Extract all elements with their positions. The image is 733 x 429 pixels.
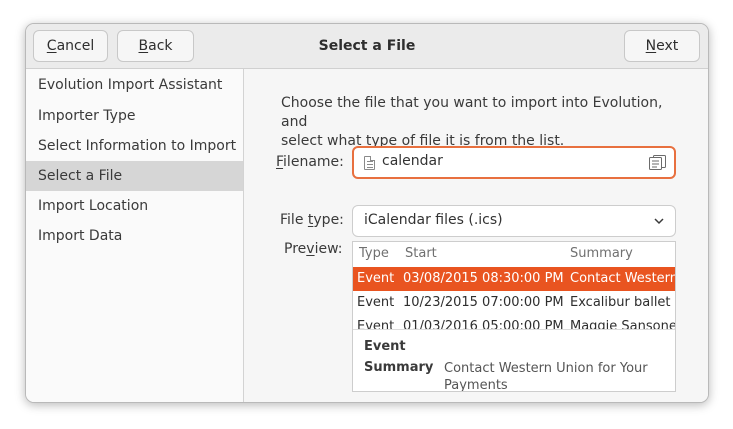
back-button[interactable]: Back — [117, 30, 194, 62]
preview-pane: Type Start Summary Event 03/08/2015 08:3… — [352, 241, 676, 392]
row-start: 01/03/2016 05:00:00 PM — [403, 319, 564, 329]
column-header-start[interactable]: Start — [405, 246, 437, 261]
browse-files-icon[interactable] — [649, 155, 666, 170]
row-summary: Contact Western — [570, 271, 675, 286]
assistant-sidebar: Evolution Import Assistant Importer Type… — [26, 69, 244, 402]
filetype-label: File type: — [280, 212, 344, 228]
detail-type: Event — [364, 339, 406, 354]
cancel-label: ancel — [56, 38, 95, 54]
row-type: Event — [357, 271, 395, 286]
sidebar-item-import-location[interactable]: Import Location — [26, 191, 243, 221]
filename-field[interactable]: calendar — [352, 146, 676, 179]
detail-summary-value: Contact Western Union for Your Payments — [444, 360, 648, 392]
preview-event-list[interactable]: Event 03/08/2015 08:30:00 PM Contact Wes… — [353, 266, 675, 329]
row-summary: Excalibur ballet — [570, 295, 671, 310]
preview-label: Preview: — [284, 241, 342, 257]
column-header-type[interactable]: Type — [359, 246, 389, 261]
row-start: 10/23/2015 07:00:00 PM — [403, 295, 564, 310]
filename-mnemonic: F — [276, 154, 284, 170]
next-label: ext — [656, 38, 679, 54]
filetype-value: iCalendar files (.ics) — [364, 212, 503, 228]
sidebar-item-evolution-import-assistant[interactable]: Evolution Import Assistant — [26, 69, 243, 101]
detail-summary-label: Summary — [364, 360, 434, 375]
sidebar-item-select-a-file[interactable]: Select a File — [26, 161, 243, 191]
row-type: Event — [357, 295, 395, 310]
table-row[interactable]: Event 03/08/2015 08:30:00 PM Contact Wes… — [353, 267, 675, 291]
preview-label-pre: Pre — [284, 241, 307, 257]
detail-summary-line-2: Payments — [444, 378, 508, 392]
filename-label-text: ilename: — [283, 154, 344, 170]
preview-label-post: iew: — [314, 241, 343, 257]
preview-mnemonic: v — [306, 241, 315, 257]
sidebar-item-importer-type[interactable]: Importer Type — [26, 101, 243, 131]
filename-label: Filename: — [276, 154, 344, 170]
cancel-mnemonic: C — [46, 38, 57, 54]
table-row[interactable]: Event 01/03/2016 05:00:00 PM Maggie Sans… — [353, 315, 675, 329]
intro-line-1: Choose the file that you want to import … — [281, 95, 663, 130]
sidebar-item-select-information[interactable]: Select Information to Import — [26, 131, 243, 161]
filetype-label-post: ype: — [313, 212, 344, 228]
cancel-button[interactable]: Cancel — [33, 30, 108, 62]
chevron-down-icon — [654, 218, 664, 225]
intro-text: Choose the file that you want to import … — [281, 94, 686, 151]
row-start: 03/08/2015 08:30:00 PM — [403, 271, 564, 286]
back-mnemonic: B — [138, 38, 149, 54]
back-label: ack — [148, 38, 173, 54]
filetype-dropdown[interactable]: iCalendar files (.ics) — [352, 205, 676, 237]
text-file-icon — [364, 156, 375, 170]
import-assistant-window: Select a File Cancel Back Next Evolution… — [25, 23, 709, 403]
row-type: Event — [357, 319, 395, 329]
column-header-summary[interactable]: Summary — [570, 246, 633, 261]
next-button[interactable]: Next — [624, 30, 700, 62]
sidebar-item-import-data[interactable]: Import Data — [26, 221, 243, 251]
detail-summary-line-1: Contact Western Union for Your — [444, 361, 648, 376]
preview-divider — [353, 329, 675, 330]
page-content: Choose the file that you want to import … — [244, 69, 708, 402]
table-row[interactable]: Event 10/23/2015 07:00:00 PM Excalibur b… — [353, 291, 675, 315]
header-bar: Select a File Cancel Back Next — [26, 24, 708, 69]
filetype-label-pre: File — [280, 212, 308, 228]
next-mnemonic: N — [645, 38, 657, 54]
filename-value: calendar — [382, 153, 443, 169]
preview-table-header: Type Start Summary — [353, 242, 675, 266]
row-summary: Maggie Sansone — [570, 319, 675, 329]
